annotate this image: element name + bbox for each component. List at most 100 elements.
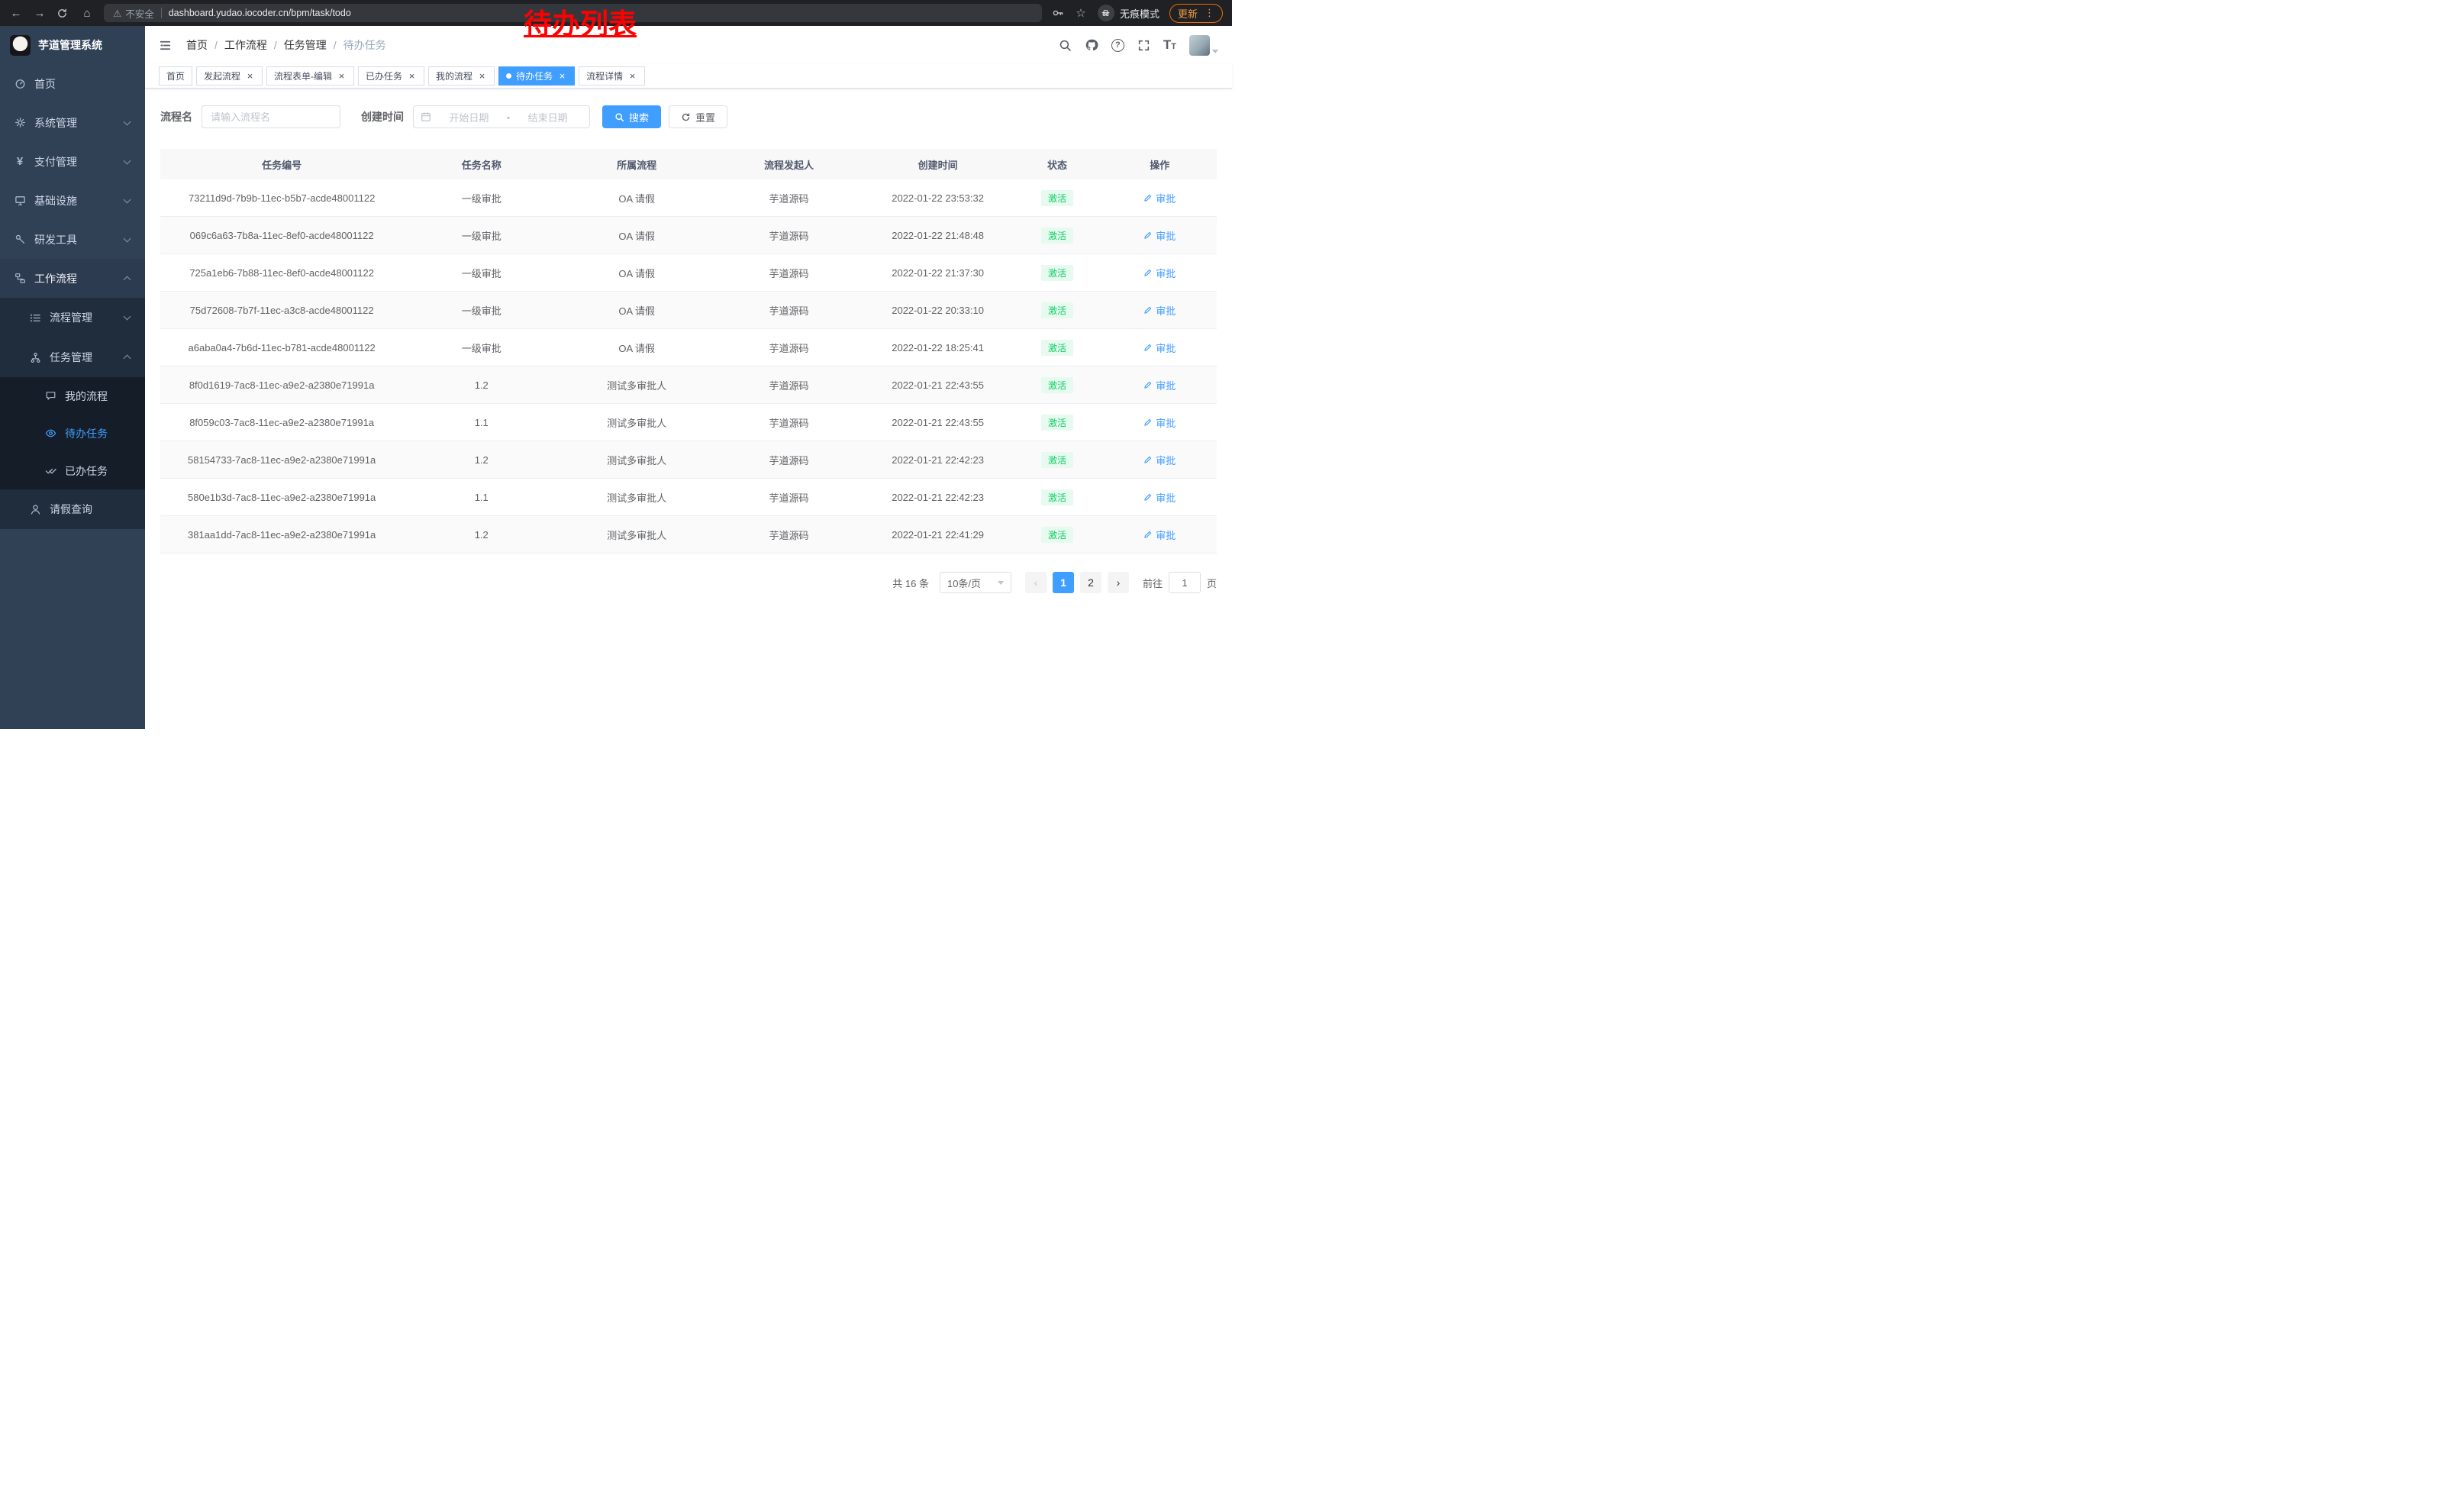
cell-status: 激活 (1011, 340, 1102, 356)
breadcrumb-todo-tasks: 待办任务 (343, 37, 386, 53)
pagination: 共 16 条 10条/页 ‹ 1 2 › 前往 页 (160, 572, 1217, 593)
prev-page-button[interactable]: ‹ (1025, 572, 1047, 593)
cell-task-id: a6aba0a4-7b6d-11ec-b781-acde48001122 (160, 342, 403, 353)
table-row: 73211d9d-7b9b-11ec-b5b7-acde48001122 一级审… (160, 179, 1217, 217)
tab-home[interactable]: 首页 (159, 66, 192, 86)
cell-starter: 芋道源码 (714, 341, 864, 355)
process-name-label: 流程名 (160, 109, 192, 124)
sidebar-item-todo-tasks[interactable]: 待办任务 (0, 415, 145, 452)
sidebar-item-system[interactable]: 系统管理 (0, 103, 145, 142)
approve-link[interactable]: 审批 (1143, 490, 1176, 505)
browser-forward-button[interactable]: → (33, 7, 47, 20)
sidebar-item-done-tasks[interactable]: 已办任务 (0, 452, 145, 489)
cell-starter: 芋道源码 (714, 303, 864, 318)
sidebar-item-task-management[interactable]: 任务管理 (0, 337, 145, 377)
avatar[interactable] (1189, 35, 1210, 56)
approve-link[interactable]: 审批 (1143, 341, 1176, 355)
cell-status: 激活 (1011, 265, 1102, 281)
cell-status: 激活 (1011, 415, 1102, 431)
start-date-placeholder[interactable]: 开始日期 (434, 110, 504, 124)
tab-form-edit[interactable]: 流程表单-编辑× (266, 66, 354, 86)
end-date-placeholder[interactable]: 结束日期 (513, 110, 582, 124)
sidebar-item-home[interactable]: 首页 (0, 64, 145, 103)
tab-start-process[interactable]: 发起流程× (196, 66, 263, 86)
hamburger-icon[interactable] (159, 39, 172, 52)
cell-create-time: 2022-01-21 22:43:55 (864, 379, 1012, 391)
sidebar-item-workflow[interactable]: 工作流程 (0, 259, 145, 298)
fullscreen-icon[interactable] (1137, 39, 1150, 52)
warning-icon: ⚠ (113, 8, 121, 19)
sidebar-item-process-management[interactable]: 流程管理 (0, 298, 145, 337)
cell-create-time: 2022-01-21 22:42:23 (864, 454, 1012, 466)
search-icon[interactable] (1059, 39, 1072, 52)
todo-task-table: 任务编号 任务名称 所属流程 流程发起人 创建时间 状态 操作 73211d9d… (160, 149, 1217, 554)
edit-icon (1143, 530, 1153, 539)
logo-image (10, 35, 31, 56)
status-badge: 激活 (1041, 265, 1073, 281)
sidebar-item-leave-query[interactable]: 请假查询 (0, 489, 145, 529)
chat-icon (44, 390, 56, 402)
browser-menu-icon[interactable]: ⋮ (1205, 7, 1214, 19)
cell-task-name: 一级审批 (403, 266, 560, 280)
cell-action: 审批 (1102, 228, 1216, 243)
reset-button[interactable]: 重置 (669, 105, 727, 128)
breadcrumb-workflow[interactable]: 工作流程 (224, 37, 284, 53)
close-icon[interactable]: × (477, 71, 487, 81)
security-indicator[interactable]: ⚠ 不安全 (113, 6, 154, 21)
update-label: 更新 (1178, 6, 1198, 21)
page-button-2[interactable]: 2 (1080, 572, 1101, 593)
cell-starter: 芋道源码 (714, 490, 864, 505)
browser-home-button[interactable]: ⌂ (80, 7, 94, 20)
tab-my-processes[interactable]: 我的流程× (428, 66, 495, 86)
next-page-button[interactable]: › (1108, 572, 1129, 593)
close-icon[interactable]: × (627, 71, 637, 81)
font-size-icon[interactable]: TT (1163, 37, 1176, 53)
approve-link[interactable]: 审批 (1143, 303, 1176, 318)
browser-back-button[interactable]: ← (9, 7, 23, 20)
page-button-1[interactable]: 1 (1053, 572, 1074, 593)
update-button[interactable]: 更新 ⋮ (1169, 4, 1223, 23)
approve-link[interactable]: 审批 (1143, 378, 1176, 392)
sidebar-item-my-processes[interactable]: 我的流程 (0, 377, 145, 415)
search-button[interactable]: 搜索 (602, 105, 661, 128)
cell-task-id: 8f059c03-7ac8-11ec-a9e2-a2380e71991a (160, 417, 403, 428)
close-icon[interactable]: × (557, 71, 567, 81)
approve-link[interactable]: 审批 (1143, 191, 1176, 205)
breadcrumb-task-management[interactable]: 任务管理 (284, 37, 343, 53)
tab-todo-tasks[interactable]: 待办任务× (498, 66, 575, 86)
status-badge: 激活 (1041, 190, 1073, 206)
page-size-select[interactable]: 10条/页 (940, 572, 1011, 593)
list-icon (29, 312, 41, 324)
password-key-icon[interactable] (1052, 7, 1064, 19)
approve-link[interactable]: 审批 (1143, 415, 1176, 430)
approve-link[interactable]: 审批 (1143, 528, 1176, 542)
address-bar[interactable]: ⚠ 不安全 dashboard.yudao.iocoder.cn/bpm/tas… (104, 4, 1042, 22)
incognito-icon (1098, 5, 1114, 21)
main-area: 首页 工作流程 任务管理 待办任务 ? TT (145, 26, 1232, 729)
tab-process-detail[interactable]: 流程详情× (579, 66, 645, 86)
process-name-input[interactable] (202, 105, 340, 128)
browser-reload-button[interactable] (56, 8, 70, 19)
app-logo[interactable]: 芋道管理系统 (0, 26, 145, 64)
status-badge: 激活 (1041, 527, 1073, 543)
status-badge: 激活 (1041, 415, 1073, 431)
close-icon[interactable]: × (337, 71, 347, 81)
approve-link[interactable]: 审批 (1143, 453, 1176, 467)
help-icon[interactable]: ? (1111, 39, 1124, 52)
tab-done-tasks[interactable]: 已办任务× (358, 66, 424, 86)
table-row: 8f0d1619-7ac8-11ec-a9e2-a2380e71991a 1.2… (160, 366, 1217, 404)
close-icon[interactable]: × (407, 71, 417, 81)
github-icon[interactable] (1085, 38, 1098, 52)
approve-link[interactable]: 审批 (1143, 266, 1176, 280)
sidebar-item-payment[interactable]: ¥ 支付管理 (0, 142, 145, 181)
breadcrumb-home[interactable]: 首页 (186, 37, 224, 53)
bookmark-star-icon[interactable]: ☆ (1074, 6, 1088, 20)
approve-link[interactable]: 审批 (1143, 228, 1176, 243)
goto-page-input[interactable] (1169, 572, 1201, 593)
sidebar-item-dev-tools[interactable]: 研发工具 (0, 220, 145, 259)
user-menu[interactable] (1189, 35, 1218, 56)
incognito-label: 无痕模式 (1120, 6, 1159, 21)
sidebar-item-infrastructure[interactable]: 基础设施 (0, 181, 145, 220)
date-range-picker[interactable]: 开始日期 - 结束日期 (413, 105, 590, 128)
close-icon[interactable]: × (245, 71, 255, 81)
